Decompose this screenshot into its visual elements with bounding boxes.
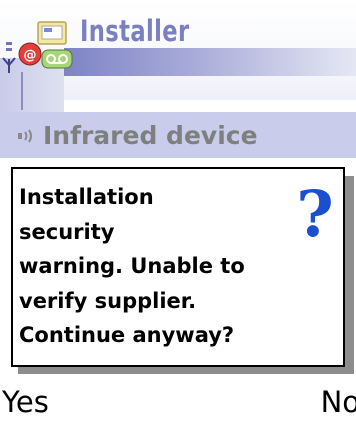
question-mark-icon: ? — [296, 178, 334, 244]
dialog-message: Installation security warning. Unable to… — [19, 180, 311, 353]
title-bar — [64, 48, 356, 76]
svg-text:?: ? — [296, 178, 334, 244]
yes-softkey[interactable]: Yes — [2, 385, 49, 419]
navigation-label: Infrared device — [43, 121, 258, 150]
svg-text:@: @ — [24, 48, 37, 63]
softkey-bar — [0, 380, 356, 423]
infrared-icon — [18, 129, 32, 143]
dialog-message-line: warning. Unable to — [19, 254, 245, 278]
dialog-message-line: Continue anyway? — [19, 323, 235, 347]
dialog-message-line: Installation — [19, 185, 154, 209]
no-softkey[interactable]: No — [321, 385, 356, 419]
phone-screen: @ Installer Infrared device Installation… — [0, 0, 356, 423]
app-title: Installer — [80, 14, 190, 48]
dialog-message-line: verify supplier. — [19, 288, 197, 313]
installer-app-icon: @ — [6, 21, 73, 69]
dialog-message-line: security — [19, 219, 115, 244]
signal-strength-bar — [21, 72, 23, 110]
